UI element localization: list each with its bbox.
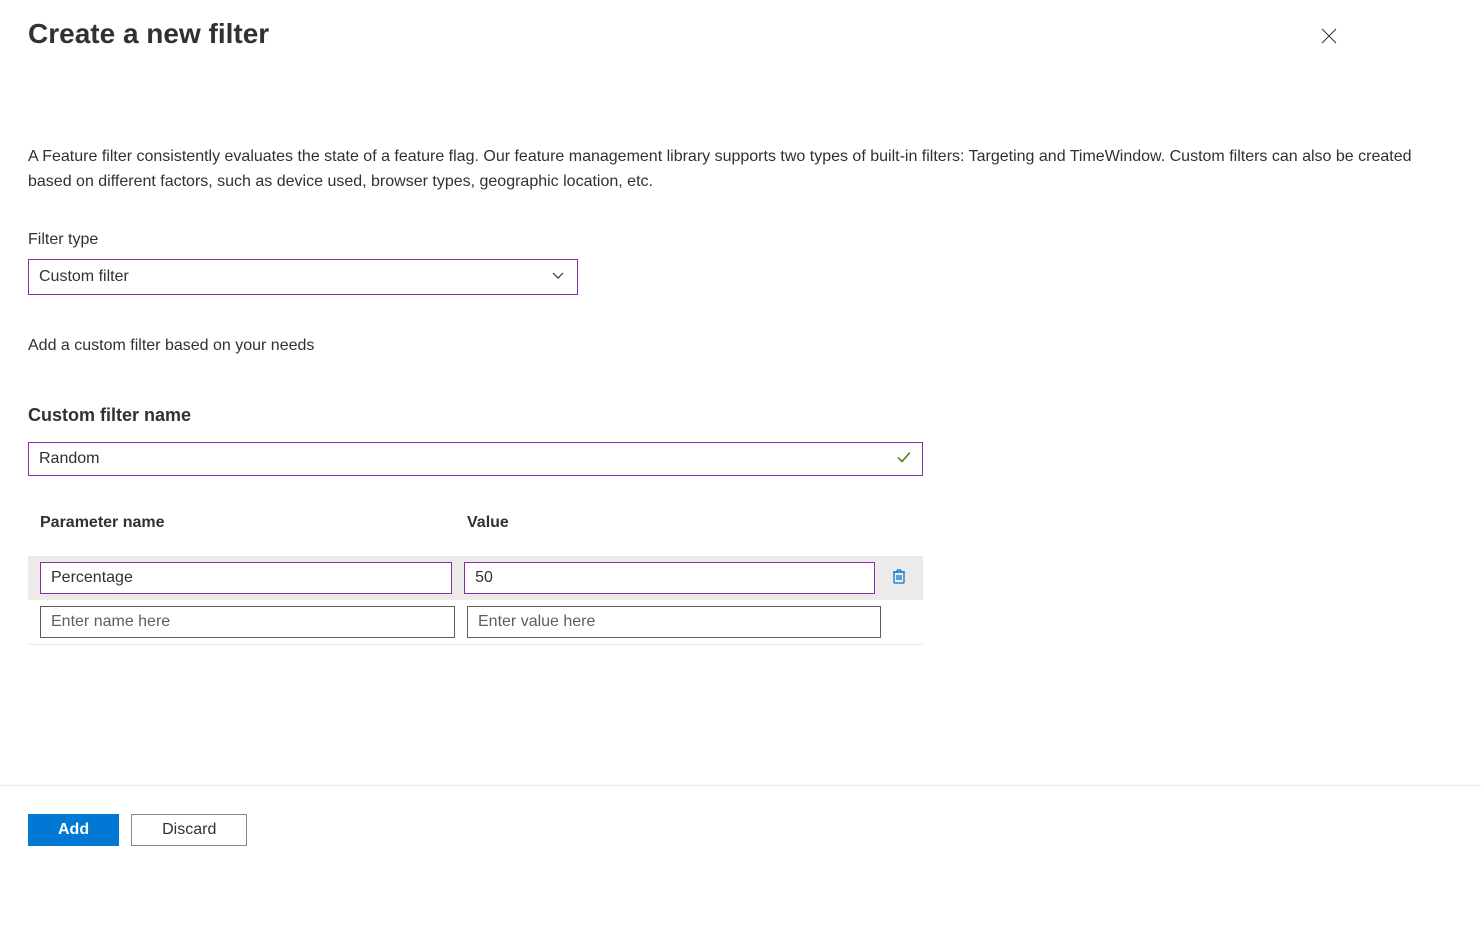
parameter-value-header: Value xyxy=(467,514,881,532)
close-button[interactable] xyxy=(1315,22,1343,53)
parameter-value-input-empty[interactable] xyxy=(467,606,881,638)
checkmark-icon xyxy=(895,448,913,469)
custom-filter-name-label: Custom filter name xyxy=(28,405,1453,426)
filter-type-label: Filter type xyxy=(28,231,1453,249)
discard-button[interactable]: Discard xyxy=(131,814,247,846)
custom-filter-subtext: Add a custom filter based on your needs xyxy=(28,337,1453,355)
filter-type-value: Custom filter xyxy=(39,268,129,286)
parameter-name-header: Parameter name xyxy=(40,514,467,532)
description-text: A Feature filter consistently evaluates … xyxy=(28,145,1453,195)
table-row xyxy=(28,600,923,644)
parameter-value-input[interactable] xyxy=(464,562,875,594)
parameter-name-input-empty[interactable] xyxy=(40,606,455,638)
page-title: Create a new filter xyxy=(28,18,269,50)
close-icon xyxy=(1319,33,1339,49)
delete-row-button[interactable] xyxy=(887,566,911,590)
custom-filter-name-input[interactable] xyxy=(28,442,923,476)
trash-icon xyxy=(890,567,908,588)
parameters-table: Parameter name Value xyxy=(28,506,923,645)
footer-actions: Add Discard xyxy=(0,785,1481,942)
table-row xyxy=(28,556,923,600)
parameter-name-input[interactable] xyxy=(40,562,452,594)
add-button[interactable]: Add xyxy=(28,814,119,846)
filter-type-select[interactable]: Custom filter xyxy=(28,259,578,295)
